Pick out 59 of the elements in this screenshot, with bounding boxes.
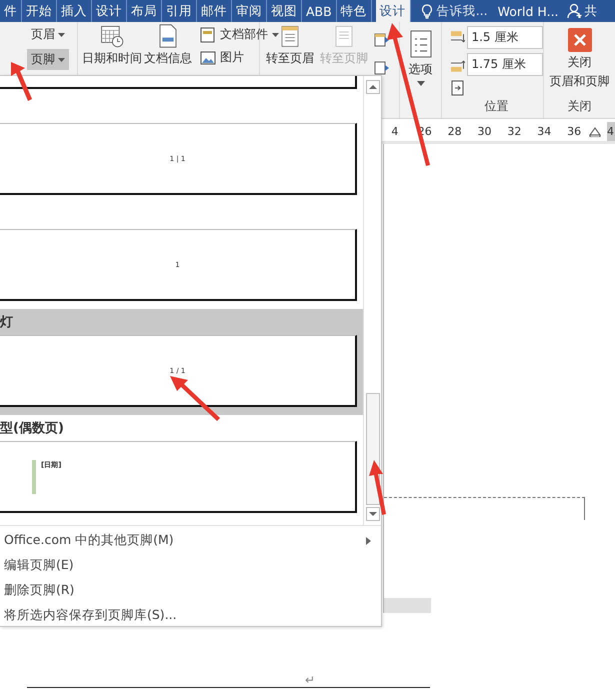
lightbulb-icon (420, 4, 433, 19)
header-position-icon (450, 30, 466, 46)
footer-button[interactable]: 页脚 (27, 49, 69, 70)
template-title: 型(偶数页) (0, 420, 64, 437)
menu-item[interactable]: Office.com 中的其他页脚(M) (4, 532, 174, 549)
pointer-arrow (11, 62, 32, 101)
calendar-clock-icon[interactable] (100, 24, 124, 48)
options-button[interactable]: 选项 (408, 61, 432, 78)
quick-parts-icon[interactable] (200, 26, 216, 42)
scrollbar[interactable] (383, 598, 431, 613)
template-title: 灯 (0, 314, 13, 331)
ruler-number: 4 (606, 122, 615, 141)
caret-icon[interactable] (272, 32, 279, 36)
document-info-label[interactable]: 文档信息 (144, 50, 192, 67)
account-name[interactable]: World H... (498, 0, 559, 22)
picture-icon[interactable] (200, 50, 216, 66)
options-icon[interactable] (410, 30, 432, 58)
pointer-arrow (170, 376, 220, 421)
picture-button[interactable]: 图片 (220, 49, 244, 66)
previous-section-icon[interactable] (374, 32, 390, 48)
caret-icon (58, 58, 65, 62)
menu-item[interactable]: 删除页脚(R) (4, 582, 74, 599)
submenu-arrow-icon (366, 536, 371, 544)
indent-marker-icon[interactable] (589, 126, 601, 136)
menu-item[interactable]: 编辑页脚(E) (4, 557, 74, 574)
ruler-number: 30 (476, 125, 492, 138)
ribbon-tab[interactable]: 设计 (376, 0, 411, 22)
footer-distance-field[interactable]: 1.75 厘米 (467, 53, 543, 76)
paragraph-mark: ↵ (27, 673, 430, 688)
group-label: 位置 (484, 98, 508, 115)
page-icon[interactable] (280, 24, 300, 48)
tell-me-field[interactable]: 告诉我... (436, 0, 488, 22)
group-label: 关闭 (568, 98, 592, 115)
document-icon[interactable] (158, 24, 178, 48)
ruler-number: 4 (390, 125, 400, 138)
ruler-number: 28 (446, 125, 463, 138)
scrollbar[interactable] (363, 76, 381, 525)
alignment-tab-icon[interactable] (450, 80, 466, 96)
next-section-icon[interactable] (374, 60, 390, 76)
caret-icon[interactable] (416, 81, 424, 86)
ruler-number: 36 (566, 125, 582, 138)
header-distance-field[interactable]: 1.5 厘米 (467, 26, 543, 49)
scroll-down-icon[interactable] (366, 507, 380, 521)
header-button[interactable]: 页眉 (27, 24, 69, 45)
person-icon[interactable] (566, 3, 583, 19)
go-to-header-label[interactable]: 转至页眉 (266, 50, 314, 67)
ruler-number: 32 (506, 125, 522, 138)
close-icon (568, 28, 592, 52)
pointer-arrow (369, 460, 386, 515)
caret-icon (58, 32, 65, 37)
quick-parts-button[interactable]: 文档部件 (220, 26, 268, 43)
scroll-up-icon[interactable] (366, 80, 380, 94)
close-header-footer-button[interactable]: 关闭 页眉和页脚 (548, 26, 612, 92)
ruler-number: 34 (536, 125, 552, 138)
share-label[interactable]: 共 (584, 0, 600, 22)
scroll-thumb[interactable] (366, 393, 380, 505)
accent-bar (32, 460, 36, 494)
date-time-label[interactable]: 日期和时间 (82, 50, 142, 67)
menu-item[interactable]: 将所选内容保存到页脚库(S)... (4, 607, 177, 624)
